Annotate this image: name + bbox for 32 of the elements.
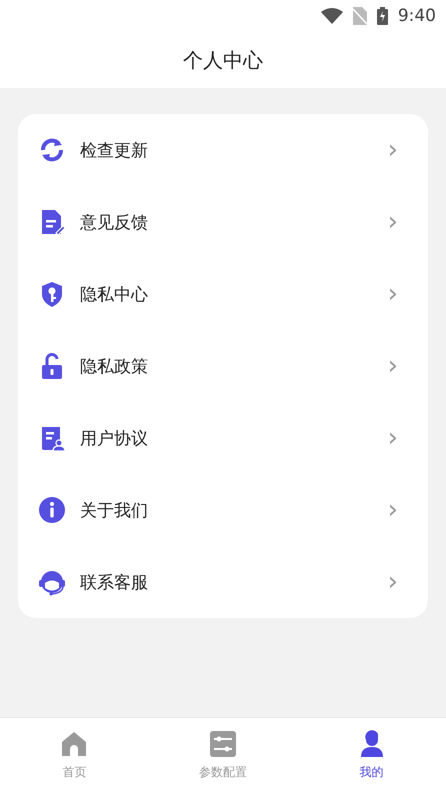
menu-item[interactable]: 联系客服 ›	[18, 546, 428, 618]
chevron-icon: ›	[388, 281, 408, 307]
menu-label: 关于我们	[80, 500, 149, 522]
chevron-icon: ›	[388, 137, 408, 163]
sliders-icon	[209, 730, 237, 758]
chevron-icon: ›	[388, 353, 408, 379]
menu-item[interactable]: 隐私中心 ›	[18, 258, 428, 330]
menu-item[interactable]: 意见反馈 ›	[18, 186, 428, 258]
menu-label: 隐私政策	[80, 356, 149, 378]
menu-label: 检查更新	[80, 140, 149, 162]
refresh-icon	[38, 136, 66, 164]
menu-item[interactable]: 隐私政策 ›	[18, 330, 428, 402]
home-icon	[60, 730, 88, 758]
menu-label: 意见反馈	[80, 212, 149, 234]
chevron-icon: ›	[388, 209, 408, 235]
no-sim-icon	[352, 7, 367, 25]
menu-item[interactable]: 检查更新 ›	[18, 114, 428, 186]
chevron-icon: ›	[388, 497, 408, 523]
info-icon	[38, 496, 66, 524]
menu-label: 联系客服	[80, 572, 149, 594]
menu-item[interactable]: 用户协议 ›	[18, 402, 428, 474]
headset-icon	[38, 568, 66, 596]
chevron-icon: ›	[388, 425, 408, 451]
chevron-icon: ›	[388, 569, 408, 595]
wifi-icon	[320, 8, 343, 24]
menu-item[interactable]: 关于我们 ›	[18, 474, 428, 546]
page-title: 个人中心	[183, 46, 263, 74]
tab-item[interactable]: 我的	[297, 718, 446, 792]
menu-label: 隐私中心	[80, 284, 149, 306]
battery-charging-icon	[376, 7, 388, 25]
menu-label: 用户协议	[80, 428, 149, 450]
status-time: 9:40	[398, 6, 436, 26]
